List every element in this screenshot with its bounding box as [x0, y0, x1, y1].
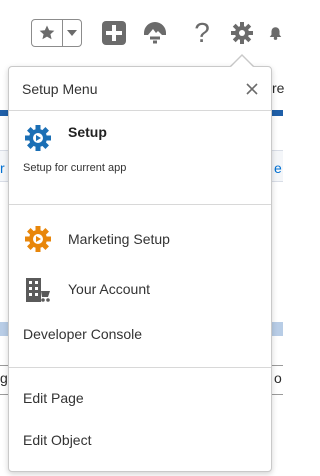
menu-item-your-account[interactable]: Your Account: [9, 269, 271, 309]
edit-page-label: Edit Page: [23, 390, 84, 406]
background-text-re: re: [272, 80, 285, 96]
menu-item-developer-console[interactable]: Developer Console: [9, 319, 271, 351]
menu-title: Setup Menu: [22, 81, 98, 97]
marketing-setup-label: Marketing Setup: [68, 231, 170, 247]
background-text-o: o: [274, 370, 282, 386]
trailhead-icon: [144, 22, 166, 44]
menu-pointer: [231, 56, 253, 67]
close-icon: [246, 83, 258, 95]
setup-gear-icon: [24, 124, 52, 157]
bell-icon: [269, 27, 282, 40]
star-icon: [39, 25, 55, 40]
your-account-label: Your Account: [68, 281, 150, 297]
menu-footer-divider: [9, 367, 271, 368]
marketing-gear-icon: [24, 225, 52, 258]
setup-gear-button[interactable]: [228, 19, 256, 47]
help-button[interactable]: ?: [188, 19, 216, 47]
account-building-icon: [24, 275, 54, 310]
plus-icon: [102, 21, 126, 45]
setup-subtitle: Setup for current app: [23, 162, 127, 174]
favorites-dropdown-button[interactable]: [63, 20, 81, 46]
help-icon: ?: [194, 17, 210, 48]
notifications-button[interactable]: [268, 19, 283, 47]
close-button[interactable]: [244, 81, 260, 97]
menu-item-setup[interactable]: Setup Setup for current app: [9, 117, 271, 197]
setup-menu-panel: Setup Menu Setup Setup for current app M…: [8, 66, 272, 472]
favorites-button-group[interactable]: [31, 19, 82, 47]
setup-label: Setup: [68, 124, 107, 140]
menu-item-edit-object[interactable]: Edit Object: [9, 423, 271, 457]
menu-item-marketing-setup[interactable]: Marketing Setup: [9, 219, 271, 259]
menu-header-divider: [9, 110, 271, 111]
menu-section-divider: [9, 204, 271, 205]
edit-object-label: Edit Object: [23, 432, 92, 448]
gear-icon: [231, 22, 253, 44]
background-text-g: g: [0, 370, 8, 386]
chevron-down-icon: [67, 30, 77, 36]
developer-console-label: Developer Console: [23, 326, 143, 342]
background-text-e: e: [274, 160, 282, 176]
global-actions-button[interactable]: [100, 19, 128, 47]
background-text-r: r: [0, 160, 5, 176]
trailhead-button[interactable]: [141, 19, 169, 47]
favorite-star-button[interactable]: [32, 20, 63, 46]
menu-item-edit-page[interactable]: Edit Page: [9, 381, 271, 415]
